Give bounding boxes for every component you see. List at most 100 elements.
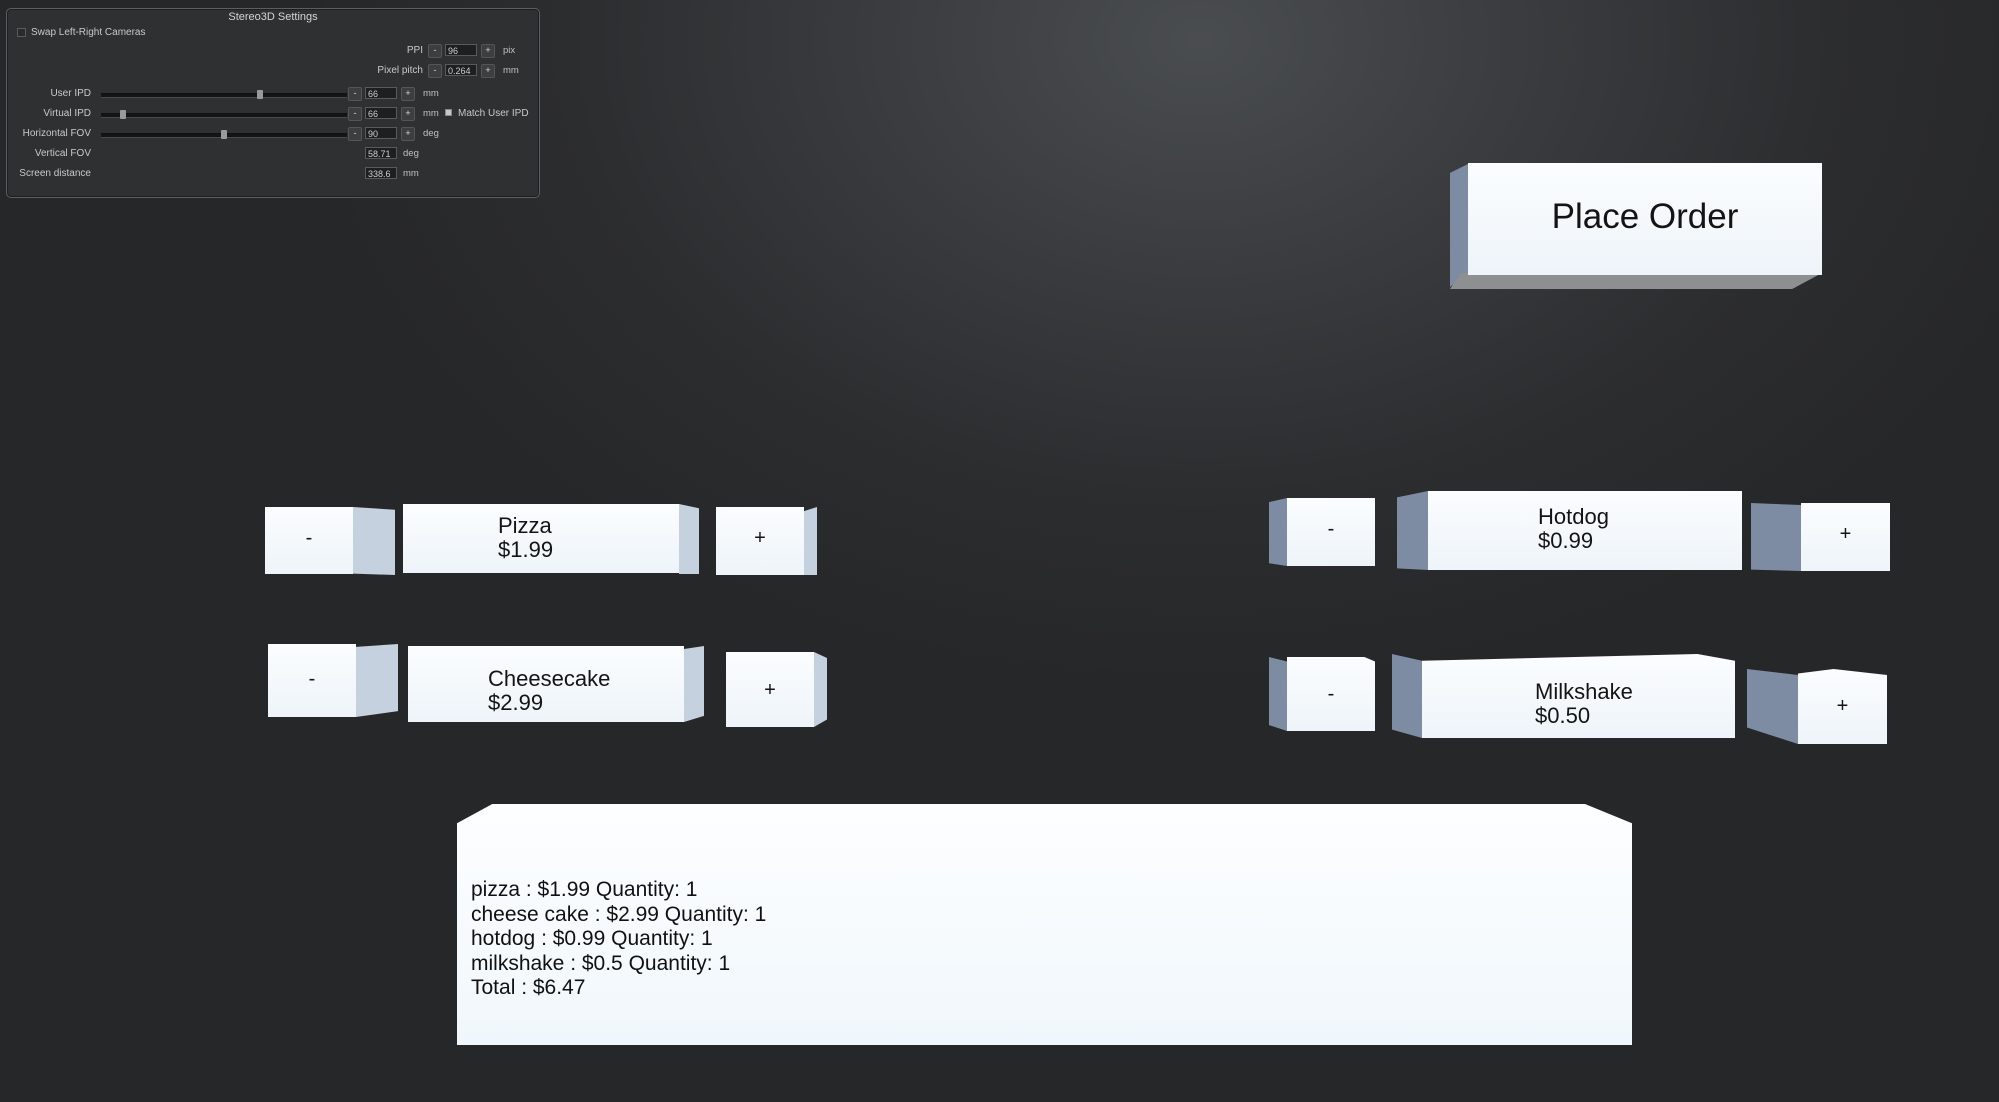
pizza-increment-button[interactable]: +: [716, 507, 817, 575]
hotdog-name: Hotdog: [1538, 504, 1609, 529]
horizontal-fov-increment-button[interactable]: +: [401, 127, 415, 141]
pixel-pitch-decrement-button[interactable]: -: [428, 64, 442, 78]
3d-scene: Stereo3D Settings Swap Left-Right Camera…: [0, 0, 1999, 1102]
screen-distance-unit: mm: [403, 168, 419, 179]
hotdog-price: $0.99: [1538, 528, 1594, 553]
vertical-fov-unit: deg: [403, 148, 419, 159]
pixel-pitch-increment-button[interactable]: +: [481, 64, 495, 78]
pixel-pitch-unit: mm: [503, 65, 519, 76]
order-line-milkshake: milkshake : $0.5 Quantity: 1: [471, 951, 731, 975]
match-user-ipd-checkbox[interactable]: [445, 109, 452, 116]
hotdog-increment-face[interactable]: +: [1801, 503, 1890, 571]
virtual-ipd-label: Virtual IPD: [43, 108, 91, 119]
cheesecake-increment-button[interactable]: +: [726, 652, 827, 727]
user-ipd-slider-thumb[interactable]: [257, 90, 263, 99]
swap-cameras-label: Swap Left-Right Cameras: [31, 27, 146, 38]
panel-title: Stereo3D Settings: [228, 11, 318, 23]
virtual-ipd-decrement-button[interactable]: -: [348, 107, 362, 121]
cheesecake-increment-face[interactable]: +: [726, 652, 814, 727]
pizza-increment-label: +: [754, 527, 766, 549]
screen-distance-value: 338.6: [365, 167, 397, 179]
cheesecake-name: Cheesecake: [488, 666, 611, 691]
stereo3d-settings-panel: Stereo3D Settings Swap Left-Right Camera…: [6, 8, 540, 198]
hotdog-item-face: Hotdog $0.99: [1428, 491, 1742, 570]
horizontal-fov-decrement-button[interactable]: -: [348, 127, 362, 141]
ppi-increment-button[interactable]: +: [481, 44, 495, 58]
order-total: Total : $6.47: [471, 976, 586, 999]
virtual-ipd-slider[interactable]: [101, 110, 347, 119]
milkshake-decrement-label: -: [1327, 683, 1335, 705]
milkshake-item-face: Milkshake $0.50: [1422, 654, 1735, 738]
milkshake-increment-label: +: [1836, 695, 1849, 717]
cheesecake-item-side: [684, 646, 704, 722]
cheesecake-increment-label: +: [764, 679, 776, 701]
pizza-name: Pizza: [498, 513, 552, 538]
ppi-input[interactable]: 96: [445, 44, 477, 56]
milkshake-increment-side: [1747, 669, 1798, 744]
cheesecake-decrement-button[interactable]: -: [268, 644, 398, 717]
screen-distance-label: Screen distance: [19, 168, 91, 179]
hotdog-item-side: [1397, 491, 1428, 570]
hotdog-decrement-face[interactable]: -: [1287, 498, 1375, 566]
cheesecake-item-card: Cheesecake $2.99: [408, 646, 704, 722]
cheesecake-increment-side: [814, 652, 827, 727]
place-order-label: Place Order: [1551, 197, 1739, 236]
place-order-button-side: [1450, 163, 1470, 287]
order-line-cheesecake: cheese cake : $2.99 Quantity: 1: [471, 902, 767, 926]
cheesecake-decrement-face[interactable]: -: [268, 644, 356, 717]
user-ipd-decrement-button[interactable]: -: [348, 87, 362, 101]
ppi-unit: pix: [503, 45, 516, 56]
user-ipd-input[interactable]: 66: [365, 87, 397, 99]
ppi-label: PPI: [406, 45, 423, 56]
virtual-ipd-increment-button[interactable]: +: [401, 107, 415, 121]
hotdog-increment-button[interactable]: +: [1751, 503, 1890, 571]
cheesecake-price: $2.99: [488, 690, 544, 715]
virtual-ipd-unit: mm: [423, 108, 439, 119]
horizontal-fov-unit: deg: [423, 128, 439, 139]
horizontal-fov-slider[interactable]: [101, 130, 347, 139]
milkshake-item-side: [1392, 654, 1422, 738]
order-summary-board: pizza : $1.99 Quantity: 1 cheese cake : …: [457, 804, 1632, 1045]
cheesecake-decrement-label: -: [308, 668, 316, 690]
pizza-item-face: Pizza $1.99: [403, 504, 679, 573]
hotdog-decrement-button[interactable]: -: [1269, 498, 1375, 566]
milkshake-increment-button[interactable]: +: [1747, 669, 1887, 744]
place-order-button[interactable]: Place Order: [1450, 163, 1822, 289]
pizza-decrement-face[interactable]: -: [265, 507, 353, 574]
user-ipd-slider[interactable]: [101, 90, 347, 99]
pizza-decrement-button[interactable]: -: [265, 507, 395, 575]
hotdog-increment-label: +: [1839, 523, 1852, 545]
place-order-button-bottom: [1450, 273, 1822, 289]
user-ipd-unit: mm: [423, 88, 439, 99]
cheesecake-decrement-side: [356, 644, 398, 717]
pizza-item-card: Pizza $1.99: [403, 504, 699, 574]
pizza-item-side: [679, 504, 699, 574]
vertical-fov-label: Vertical FOV: [34, 148, 91, 159]
horizontal-fov-input[interactable]: 90: [365, 127, 397, 139]
pizza-increment-face[interactable]: +: [716, 507, 804, 575]
order-line-pizza: pizza : $1.99 Quantity: 1: [471, 878, 698, 901]
pixel-pitch-label: Pixel pitch: [377, 65, 423, 76]
pixel-pitch-input[interactable]: 0.264: [445, 64, 477, 76]
milkshake-name: Milkshake: [1535, 679, 1633, 704]
user-ipd-increment-button[interactable]: +: [401, 87, 415, 101]
milkshake-price: $0.50: [1535, 703, 1591, 728]
place-order-button-face[interactable]: Place Order: [1468, 163, 1822, 275]
milkshake-decrement-face[interactable]: -: [1287, 657, 1375, 731]
swap-cameras-checkbox[interactable]: [17, 28, 26, 37]
hotdog-decrement-side: [1269, 498, 1287, 566]
match-user-ipd-label: Match User IPD: [458, 108, 529, 119]
pizza-increment-side: [804, 507, 817, 575]
horizontal-fov-slider-thumb[interactable]: [221, 130, 227, 139]
milkshake-item-card: Milkshake $0.50: [1392, 654, 1735, 738]
order-summary-face: pizza : $1.99 Quantity: 1 cheese cake : …: [457, 804, 1632, 1045]
ppi-decrement-button[interactable]: -: [428, 44, 442, 58]
virtual-ipd-slider-thumb[interactable]: [120, 110, 127, 119]
horizontal-fov-label: Horizontal FOV: [22, 128, 91, 139]
cheesecake-item-face: Cheesecake $2.99: [408, 646, 684, 722]
virtual-ipd-input[interactable]: 66: [365, 107, 397, 119]
milkshake-increment-face[interactable]: +: [1798, 669, 1887, 744]
milkshake-decrement-button[interactable]: -: [1269, 657, 1375, 731]
vertical-fov-value: 58.71: [365, 147, 397, 159]
pizza-decrement-label: -: [305, 527, 313, 549]
